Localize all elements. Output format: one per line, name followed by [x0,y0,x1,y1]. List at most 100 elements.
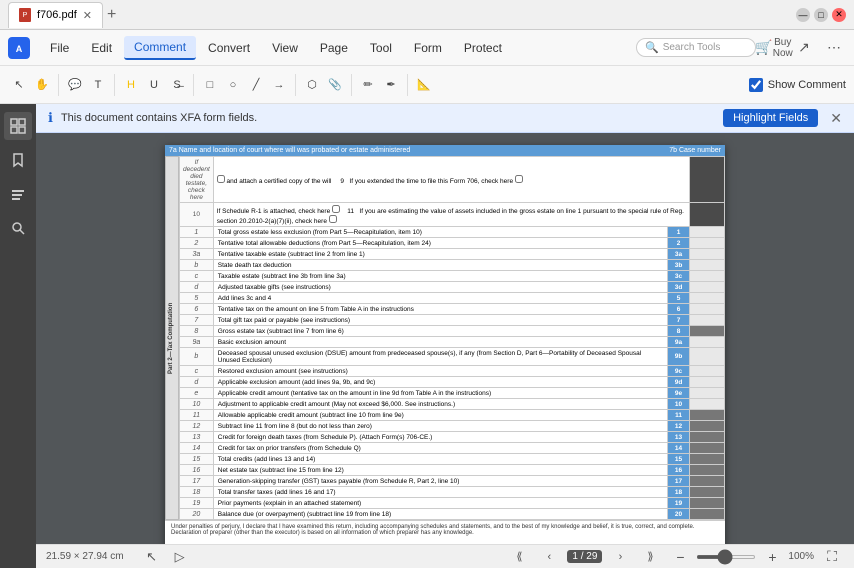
oval-button[interactable]: ○ [222,74,244,96]
show-comment-checkbox[interactable] [749,78,763,92]
menu-tool[interactable]: Tool [360,37,402,59]
rectangle-button[interactable]: □ [199,74,221,96]
menu-convert[interactable]: Convert [198,37,260,59]
maximize-button[interactable]: □ [814,8,828,22]
val-cell-20 [690,432,725,443]
line-button[interactable]: ╱ [245,74,267,96]
table-row: 19 Prior payments (explain in an attache… [180,498,725,509]
table-row: 16 Net estate tax (subtract line 15 from… [180,465,725,476]
pencil-button[interactable]: ✒ [380,74,402,96]
close-tab-button[interactable]: ✕ [83,9,92,22]
next-page-button[interactable]: › [608,545,632,568]
val-cell-14 [690,366,725,377]
row-num-6: c [180,271,214,282]
row-num-26: 19 [180,498,214,509]
measure-button[interactable]: 📐 [413,74,435,96]
bookmark-panel-button[interactable] [4,146,32,174]
select-tool-button-bottom[interactable]: ▷ [168,545,192,568]
share-button[interactable]: ↗ [792,36,816,60]
menu-file[interactable]: File [40,37,79,59]
last-page-button[interactable]: ⟫ [638,545,662,568]
row-num-13: b [180,348,214,366]
row-num-27: 20 [180,509,214,520]
select-tool-button[interactable]: ↖ [8,74,30,96]
comment-toolbar: ↖ ✋ 💬 T H U S̶ □ ○ ╱ → ⬡ 📎 ✏ ✒ 📐 Show Co… [0,66,854,104]
estimate-checkbox[interactable] [329,215,337,223]
show-comment-label: Show Comment [768,79,846,91]
highlight-button[interactable]: H [120,74,142,96]
menu-protect[interactable]: Protect [454,37,512,59]
row-label-11: Gross estate tax (subtract line 7 from l… [213,326,667,337]
buy-now-button[interactable]: 🛒 Buy Now [762,36,786,60]
separator-5 [351,74,352,96]
table-row: 10 Adjustment to applicable credit amoun… [180,399,725,410]
row-num-14: c [180,366,214,377]
testate-checkbox[interactable] [217,175,225,183]
dark-cell-0 [690,157,725,203]
search-panel-button[interactable] [4,214,32,242]
thumbnail-panel-button[interactable] [4,112,32,140]
text-comment-button[interactable]: T [87,74,109,96]
new-tab-button[interactable]: + [107,6,116,24]
active-tab[interactable]: P f706.pdf ✕ [8,2,103,28]
line-num-25: 18 [668,487,690,498]
zoom-controls: − + 100% [668,545,814,568]
hand-tool-button[interactable]: ✋ [31,74,53,96]
extend-time-checkbox[interactable] [515,175,523,183]
row-num-15: d [180,377,214,388]
table-row: 10 If Schedule R-1 is attached, check he… [180,203,725,227]
close-button[interactable]: ✕ [832,8,846,22]
stamp-button[interactable]: ⬡ [301,74,323,96]
row-label-21: Credit for tax on prior transfers (from … [213,443,667,454]
notification-text: This document contains XFA form fields. [61,112,257,124]
val-cell-25 [690,487,725,498]
first-page-button[interactable]: ⟪ [507,545,531,568]
minimize-button[interactable]: — [796,8,810,22]
zoom-slider[interactable] [696,555,756,559]
pdf-page: 7a Name and location of court where will… [165,145,725,544]
table-row: b Deceased spousal unused exclusion (DSU… [180,348,725,366]
table-row: 2 Tentative total allowable deductions (… [180,238,725,249]
more-options-button[interactable]: ⋯ [822,36,846,60]
zoom-in-button[interactable]: + [760,545,784,568]
separator-6 [407,74,408,96]
menu-edit[interactable]: Edit [81,37,122,59]
val-cell-2 [690,227,725,238]
row-num-24: 17 [180,476,214,487]
menu-view[interactable]: View [262,37,308,59]
line-num-15: 9d [668,377,690,388]
line-num-10: 7 [668,315,690,326]
strikethrough-button[interactable]: S̶ [166,74,188,96]
eraser-button[interactable]: ✏ [357,74,379,96]
val-cell-13 [690,348,725,366]
val-cell-3 [690,238,725,249]
underline-button[interactable]: U [143,74,165,96]
search-icon: 🔍 [645,41,659,54]
val-cell-11 [690,326,725,337]
line-num-19: 12 [668,421,690,432]
val-cell-10 [690,315,725,326]
zoom-out-button[interactable]: − [668,545,692,568]
line-num-23: 16 [668,465,690,476]
annotation-panel-button[interactable] [4,180,32,208]
menu-page[interactable]: Page [310,37,358,59]
sticky-note-button[interactable]: 💬 [64,74,86,96]
arrow-button[interactable]: → [268,74,290,96]
table-row: 14 Credit for tax on prior transfers (fr… [180,443,725,454]
row-label-6: Taxable estate (subtract line 3b from li… [213,271,667,282]
line-num-20: 13 [668,432,690,443]
cursor-tool-button[interactable]: ↖ [140,545,164,568]
search-tools-bar[interactable]: 🔍 Search Tools [636,38,756,57]
highlight-fields-button[interactable]: Highlight Fields [723,109,818,127]
attachment-button[interactable]: 📎 [324,74,346,96]
r1-checkbox[interactable] [332,205,340,213]
notification-close-button[interactable]: ✕ [830,110,842,127]
row-label-0: and attach a certified copy of the will … [213,157,689,203]
line-num-17: 10 [668,399,690,410]
menu-comment[interactable]: Comment [124,36,196,60]
prev-page-button[interactable]: ‹ [537,545,561,568]
pdf-scroll-area[interactable]: 7a Name and location of court where will… [36,133,854,544]
bottom-bar-right: ⟪ ‹ 1 / 29 › ⟫ − + 100% ⛶ [507,545,844,568]
menu-form[interactable]: Form [404,37,452,59]
fit-page-button[interactable]: ⛶ [820,545,844,568]
